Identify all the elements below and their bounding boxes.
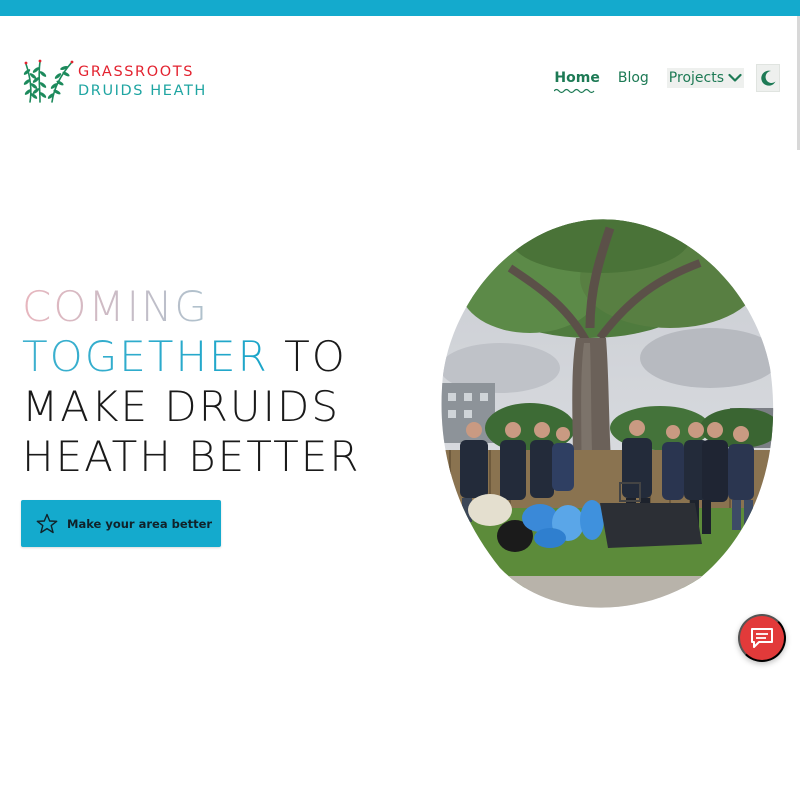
nav-home-label: Home bbox=[554, 70, 600, 86]
hero-heading: COMING TOGETHER TO MAKE DRUIDS HEATH BET… bbox=[22, 282, 402, 482]
logo-wordmark: GRASSROOTS DRUIDS HEATH bbox=[78, 63, 207, 101]
star-outline-icon bbox=[36, 513, 58, 533]
nav-blog-link[interactable]: Blog bbox=[618, 70, 649, 86]
reed-grass-icon bbox=[23, 59, 74, 103]
top-accent-bar bbox=[0, 0, 800, 16]
chevron-down-icon bbox=[728, 73, 742, 82]
main-nav: Home Blog Projects bbox=[554, 64, 780, 94]
nav-blog-label: Blog bbox=[617, 70, 649, 86]
hero-word-to: TO bbox=[268, 332, 347, 381]
hero-line-make-druids: MAKE DRUIDS bbox=[22, 382, 341, 431]
site-logo-link[interactable]: GRASSROOTS DRUIDS HEATH bbox=[22, 58, 207, 106]
nav-projects-label: Projects bbox=[668, 70, 724, 86]
nav-projects-dropdown[interactable]: Projects bbox=[666, 68, 744, 88]
logo-line2: DRUIDS HEATH bbox=[78, 83, 207, 99]
hero-line-coming: COMING bbox=[22, 282, 402, 332]
hero-word-together: TOGETHER bbox=[22, 332, 269, 381]
hero-line-heath-better: HEATH BETTER bbox=[22, 432, 361, 481]
chat-bubble-icon bbox=[751, 628, 773, 648]
active-underline-squiggle bbox=[554, 88, 595, 94]
moon-icon bbox=[761, 70, 776, 86]
logo-line1: GRASSROOTS bbox=[78, 64, 195, 80]
volunteers-litter-pick-photo bbox=[441, 219, 774, 608]
nav-home-link[interactable]: Home bbox=[554, 70, 600, 94]
theme-toggle-button[interactable] bbox=[756, 64, 780, 92]
cta-label: Make your area better bbox=[67, 516, 213, 531]
hero-line-together-to: TOGETHER TO bbox=[22, 332, 402, 382]
make-area-better-button[interactable]: Make your area better bbox=[21, 500, 221, 547]
chat-button[interactable] bbox=[738, 614, 786, 662]
